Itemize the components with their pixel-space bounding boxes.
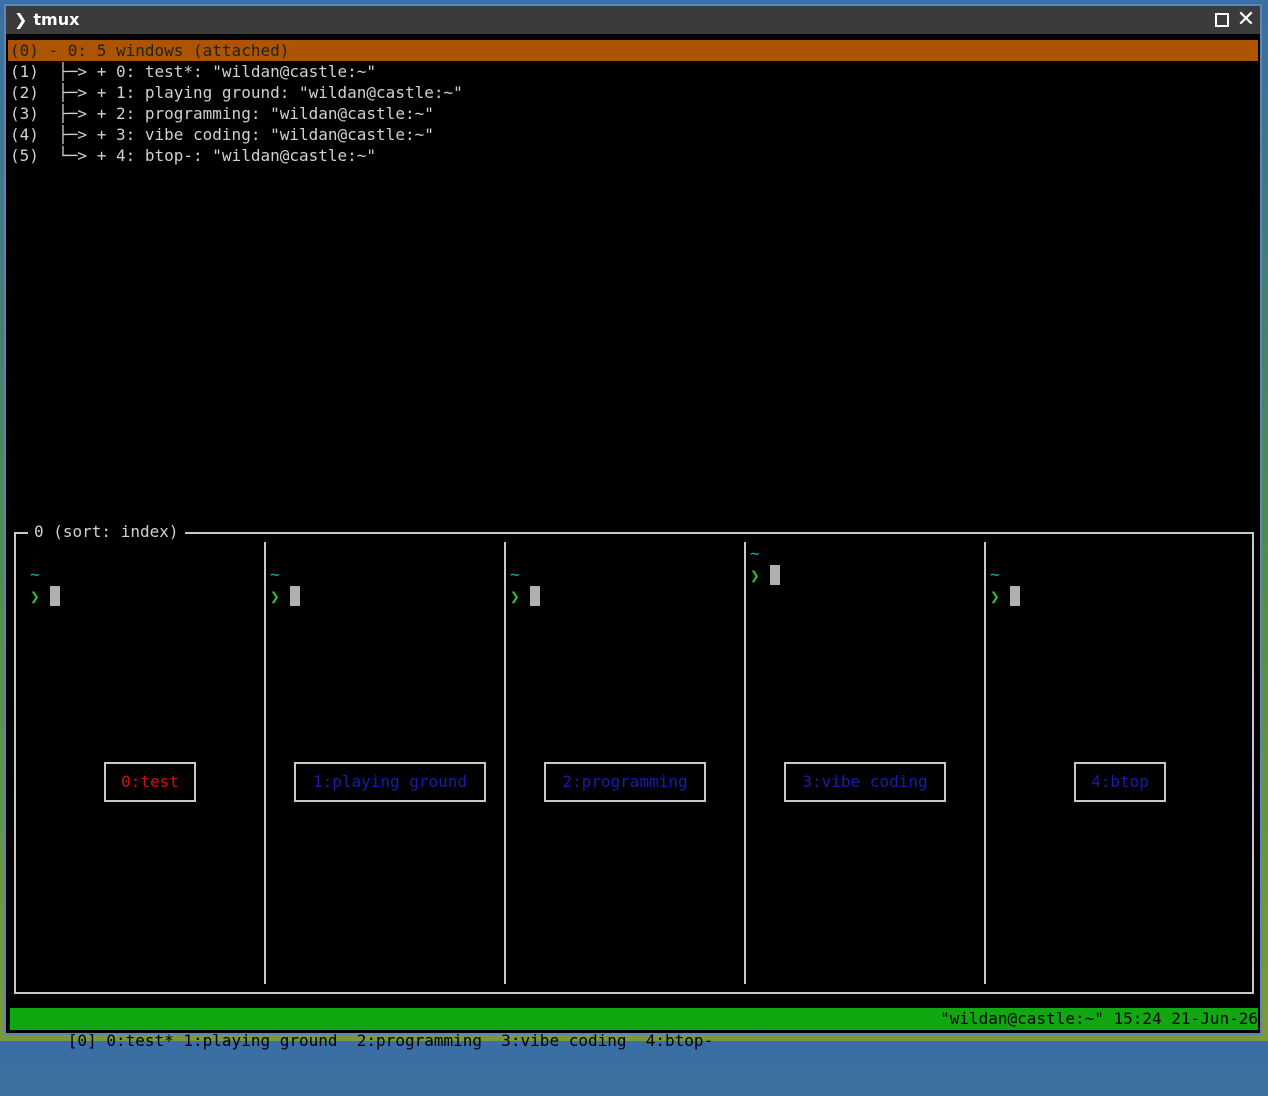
chevron-right-icon: ❯ bbox=[14, 10, 28, 29]
window-label-4[interactable]: 4:btop bbox=[1074, 762, 1166, 802]
close-button[interactable]: ✕ bbox=[1236, 7, 1256, 32]
tilde-text: ~ bbox=[30, 565, 40, 584]
window-label-1[interactable]: 1:playing ground bbox=[294, 762, 486, 802]
terminal-area[interactable]: (0) - 0: 5 windows (attached) (1) ├─> + … bbox=[8, 36, 1258, 1050]
prompt-icon: ❯ bbox=[30, 587, 40, 606]
cursor bbox=[530, 586, 540, 606]
tree-item-window-4[interactable]: (5) └─> + 4: btop-: "wildan@castle:~" bbox=[10, 145, 376, 166]
title-bar[interactable]: ❯ tmux ✕ bbox=[6, 6, 1260, 34]
window-title: ❯ tmux bbox=[14, 10, 79, 29]
pane-divider bbox=[744, 542, 746, 984]
prompt-icon: ❯ bbox=[990, 587, 1000, 606]
terminal-window: ❯ tmux ✕ (0) - 0: 5 windows (attached) (1… bbox=[4, 4, 1262, 1050]
cursor bbox=[1010, 586, 1020, 606]
tmux-status-bar[interactable]: [0] 0:test* 1:playing ground 2:programmi… bbox=[10, 1008, 1258, 1050]
cursor bbox=[50, 586, 60, 606]
cursor bbox=[290, 586, 300, 606]
prompt-icon: ❯ bbox=[510, 587, 520, 606]
tilde-text: ~ bbox=[510, 565, 520, 584]
tree-item-window-1[interactable]: (2) ├─> + 1: playing ground: "wildan@cas… bbox=[10, 82, 463, 103]
maximize-button[interactable] bbox=[1212, 10, 1232, 30]
preview-header: 0 (sort: index) bbox=[28, 522, 185, 542]
tree-item-window-3[interactable]: (4) ├─> + 3: vibe coding: "wildan@castle… bbox=[10, 124, 434, 145]
maximize-icon bbox=[1215, 13, 1229, 27]
window-label-2[interactable]: 2:programming bbox=[544, 762, 706, 802]
tilde-text: ~ bbox=[270, 565, 280, 584]
pane-divider bbox=[984, 542, 986, 984]
pane-divider bbox=[504, 542, 506, 984]
preview-box: 0 (sort: index) ~ ❯ 0:test ~ ❯ 1:playing… bbox=[14, 522, 1254, 994]
cursor bbox=[770, 565, 780, 585]
prompt-icon: ❯ bbox=[750, 566, 760, 585]
window-label-3[interactable]: 3:vibe coding bbox=[784, 762, 946, 802]
prompt-icon: ❯ bbox=[270, 587, 280, 606]
tree-item-window-2[interactable]: (3) ├─> + 2: programming: "wildan@castle… bbox=[10, 103, 434, 124]
window-title-text: tmux bbox=[33, 10, 80, 29]
tilde-text: ~ bbox=[990, 565, 1000, 584]
tree-item-session-selected[interactable]: (0) - 0: 5 windows (attached) bbox=[8, 40, 1258, 61]
close-icon: ✕ bbox=[1236, 7, 1256, 32]
status-right: "wildan@castle:~" 15:24 21-Jun-26 bbox=[940, 1009, 1258, 1028]
tree-item-window-0[interactable]: (1) ├─> + 0: test*: "wildan@castle:~" bbox=[10, 61, 376, 82]
tilde-text: ~ bbox=[750, 544, 760, 563]
pane-divider bbox=[264, 542, 266, 984]
window-label-0[interactable]: 0:test bbox=[104, 762, 196, 802]
